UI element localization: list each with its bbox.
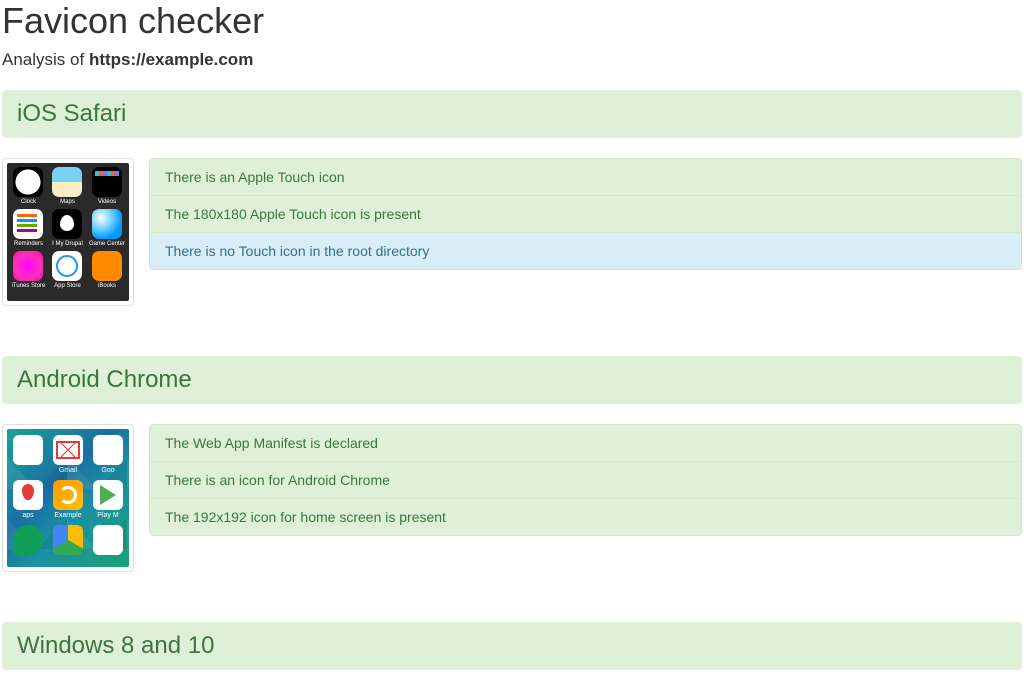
app-icon [13, 435, 43, 465]
app-icon [93, 435, 123, 465]
home-screen-app [51, 525, 85, 557]
app-label: Reminders [14, 241, 43, 247]
home-screen-app: Videos [89, 167, 125, 205]
app-icon [53, 525, 83, 555]
home-screen-app: Clock [11, 167, 46, 205]
app-icon [92, 209, 122, 239]
app-label: Gmail [59, 467, 77, 474]
home-screen-app: Reminders [11, 209, 46, 247]
section-header: Windows 8 and 10 [2, 622, 1022, 670]
app-icon [53, 480, 83, 510]
app-label: Example [54, 512, 81, 519]
home-screen-app: Goo [91, 435, 125, 474]
success-message[interactable]: The 192x192 icon for home screen is pres… [149, 499, 1022, 536]
section-header: iOS Safari [2, 90, 1022, 138]
analysis-subtitle: Analysis of https://example.com [2, 50, 1022, 70]
app-label: Goo [101, 467, 114, 474]
home-screen-app [11, 435, 45, 474]
section-body: Gmail Goo aps Example Play M The Web App Mani… [2, 424, 1022, 572]
app-label: Clock [21, 199, 36, 205]
info-message[interactable]: There is no Touch icon in the root direc… [149, 233, 1022, 270]
app-label: Game Center [89, 241, 125, 247]
section-header: Android Chrome [2, 356, 1022, 404]
home-screen-app: iBooks [89, 251, 125, 289]
app-icon [52, 209, 82, 239]
success-message[interactable]: There is an icon for Android Chrome [149, 462, 1022, 499]
message-list: The Web App Manifest is declaredThere is… [149, 424, 1022, 536]
subtitle-prefix: Analysis of [2, 50, 89, 69]
app-icon [92, 251, 122, 281]
app-label: Play M [97, 512, 118, 519]
home-screen-app: Game Center [89, 209, 125, 247]
app-label: Maps [60, 199, 75, 205]
app-icon [93, 480, 123, 510]
home-screen-app: App Store [50, 251, 85, 289]
app-icon [93, 525, 123, 555]
home-screen-app [91, 525, 125, 557]
analyzed-url: https://example.com [89, 50, 253, 69]
app-icon [13, 251, 43, 281]
home-screen-app: I My Drupal [50, 209, 85, 247]
home-screen-app [11, 525, 45, 557]
home-screen-app: aps [11, 480, 45, 519]
success-message[interactable]: There is an Apple Touch icon [149, 158, 1022, 196]
home-screen-app: Example [51, 480, 85, 519]
app-label: iTunes Store [12, 283, 46, 289]
home-screen-app: Play M [91, 480, 125, 519]
app-label: iBooks [98, 283, 116, 289]
app-label: Videos [98, 199, 116, 205]
app-label: App Store [54, 283, 81, 289]
success-message[interactable]: The 180x180 Apple Touch icon is present [149, 196, 1022, 233]
app-icon [52, 167, 82, 197]
platform-preview-thumbnail[interactable]: Gmail Goo aps Example Play M [2, 424, 134, 572]
app-icon [53, 435, 83, 465]
home-screen-app: Gmail [51, 435, 85, 474]
app-label: I My Drupal [52, 241, 83, 247]
app-icon [52, 251, 82, 281]
app-icon [92, 167, 122, 197]
page-title: Favicon checker [2, 0, 1022, 42]
home-screen-app: iTunes Store [11, 251, 46, 289]
message-list: There is an Apple Touch iconThe 180x180 … [149, 158, 1022, 270]
app-icon [13, 525, 43, 555]
app-icon [13, 167, 43, 197]
platform-preview-thumbnail[interactable]: Clock Maps Videos Reminders I My Drupal Game … [2, 158, 134, 306]
section-body: Clock Maps Videos Reminders I My Drupal Game … [2, 158, 1022, 306]
app-icon [13, 209, 43, 239]
success-message[interactable]: The Web App Manifest is declared [149, 424, 1022, 462]
home-screen-app: Maps [50, 167, 85, 205]
app-label: aps [22, 512, 33, 519]
app-icon [13, 480, 43, 510]
